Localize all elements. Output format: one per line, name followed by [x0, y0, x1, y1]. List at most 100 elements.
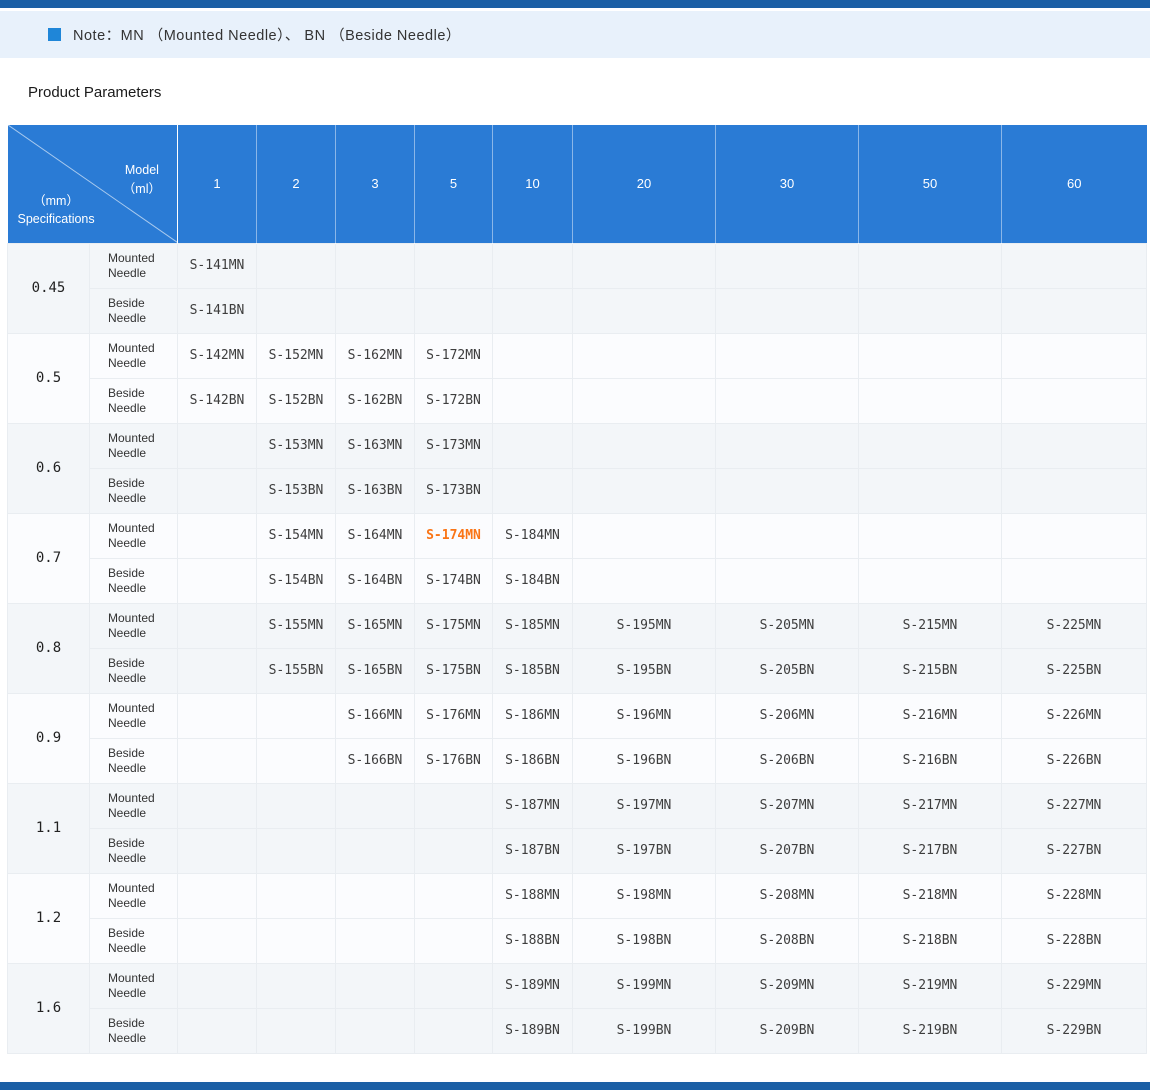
model-cell-S-195MN[interactable]: S-195MN — [573, 603, 716, 648]
model-cell-S-173MN[interactable]: S-173MN — [415, 423, 493, 468]
model-cell-S-195BN[interactable]: S-195BN — [573, 648, 716, 693]
model-cell-S-184MN[interactable]: S-184MN — [493, 513, 573, 558]
model-cell-S-163BN[interactable]: S-163BN — [336, 468, 415, 513]
empty-cell — [859, 378, 1002, 423]
model-cell-S-189MN[interactable]: S-189MN — [493, 963, 573, 1008]
empty-cell — [178, 423, 257, 468]
model-cell-S-197MN[interactable]: S-197MN — [573, 783, 716, 828]
model-cell-S-187BN[interactable]: S-187BN — [493, 828, 573, 873]
model-cell-S-215BN[interactable]: S-215BN — [859, 648, 1002, 693]
model-cell-S-206BN[interactable]: S-206BN — [716, 738, 859, 783]
model-cell-S-207MN[interactable]: S-207MN — [716, 783, 859, 828]
model-cell-S-174BN[interactable]: S-174BN — [415, 558, 493, 603]
model-cell-S-166MN[interactable]: S-166MN — [336, 693, 415, 738]
model-cell-S-187MN[interactable]: S-187MN — [493, 783, 573, 828]
model-cell-S-175MN[interactable]: S-175MN — [415, 603, 493, 648]
model-cell-S-226BN[interactable]: S-226BN — [1002, 738, 1147, 783]
model-cell-S-186BN[interactable]: S-186BN — [493, 738, 573, 783]
model-cell-S-196BN[interactable]: S-196BN — [573, 738, 716, 783]
model-cell-S-205BN[interactable]: S-205BN — [716, 648, 859, 693]
model-cell-S-215MN[interactable]: S-215MN — [859, 603, 1002, 648]
model-cell-S-141MN[interactable]: S-141MN — [178, 243, 257, 288]
model-cell-S-154BN[interactable]: S-154BN — [257, 558, 336, 603]
model-cell-S-196MN[interactable]: S-196MN — [573, 693, 716, 738]
model-cell-S-218MN[interactable]: S-218MN — [859, 873, 1002, 918]
model-cell-S-165BN[interactable]: S-165BN — [336, 648, 415, 693]
model-cell-S-173BN[interactable]: S-173BN — [415, 468, 493, 513]
model-cell-S-185MN[interactable]: S-185MN — [493, 603, 573, 648]
model-cell-S-142BN[interactable]: S-142BN — [178, 378, 257, 423]
model-cell-S-172MN[interactable]: S-172MN — [415, 333, 493, 378]
model-cell-S-176MN[interactable]: S-176MN — [415, 693, 493, 738]
model-cell-S-164BN[interactable]: S-164BN — [336, 558, 415, 603]
model-cell-S-209MN[interactable]: S-209MN — [716, 963, 859, 1008]
model-cell-S-152BN[interactable]: S-152BN — [257, 378, 336, 423]
model-cell-S-188MN[interactable]: S-188MN — [493, 873, 573, 918]
model-cell-S-219BN[interactable]: S-219BN — [859, 1008, 1002, 1053]
model-cell-S-154MN[interactable]: S-154MN — [257, 513, 336, 558]
empty-cell — [336, 1008, 415, 1053]
model-cell-S-166BN[interactable]: S-166BN — [336, 738, 415, 783]
model-cell-S-198BN[interactable]: S-198BN — [573, 918, 716, 963]
model-cell-S-188BN[interactable]: S-188BN — [493, 918, 573, 963]
model-cell-S-162MN[interactable]: S-162MN — [336, 333, 415, 378]
model-cell-S-228MN[interactable]: S-228MN — [1002, 873, 1147, 918]
model-cell-S-189BN[interactable]: S-189BN — [493, 1008, 573, 1053]
model-cell-S-229MN[interactable]: S-229MN — [1002, 963, 1147, 1008]
empty-cell — [493, 378, 573, 423]
model-cell-S-216BN[interactable]: S-216BN — [859, 738, 1002, 783]
empty-cell — [859, 333, 1002, 378]
model-cell-S-155BN[interactable]: S-155BN — [257, 648, 336, 693]
corner-mm-unit: （mm） — [18, 192, 95, 210]
empty-cell — [178, 1008, 257, 1053]
model-cell-S-153MN[interactable]: S-153MN — [257, 423, 336, 468]
model-cell-S-163MN[interactable]: S-163MN — [336, 423, 415, 468]
model-cell-S-209BN[interactable]: S-209BN — [716, 1008, 859, 1053]
model-cell-S-219MN[interactable]: S-219MN — [859, 963, 1002, 1008]
model-cell-S-197BN[interactable]: S-197BN — [573, 828, 716, 873]
model-cell-S-164MN[interactable]: S-164MN — [336, 513, 415, 558]
note-text: Note：MN （Mounted Needle）、 BN （Beside Nee… — [73, 24, 461, 45]
model-cell-S-199MN[interactable]: S-199MN — [573, 963, 716, 1008]
model-cell-S-185BN[interactable]: S-185BN — [493, 648, 573, 693]
model-cell-S-152MN[interactable]: S-152MN — [257, 333, 336, 378]
empty-cell — [573, 423, 716, 468]
empty-cell — [415, 828, 493, 873]
model-cell-S-155MN[interactable]: S-155MN — [257, 603, 336, 648]
model-cell-S-206MN[interactable]: S-206MN — [716, 693, 859, 738]
model-cell-S-217MN[interactable]: S-217MN — [859, 783, 1002, 828]
model-cell-S-198MN[interactable]: S-198MN — [573, 873, 716, 918]
empty-cell — [178, 693, 257, 738]
model-cell-S-165MN[interactable]: S-165MN — [336, 603, 415, 648]
model-cell-S-184BN[interactable]: S-184BN — [493, 558, 573, 603]
model-cell-S-172BN[interactable]: S-172BN — [415, 378, 493, 423]
model-cell-S-226MN[interactable]: S-226MN — [1002, 693, 1147, 738]
model-cell-S-142MN[interactable]: S-142MN — [178, 333, 257, 378]
model-cell-S-162BN[interactable]: S-162BN — [336, 378, 415, 423]
model-cell-S-228BN[interactable]: S-228BN — [1002, 918, 1147, 963]
model-cell-S-227BN[interactable]: S-227BN — [1002, 828, 1147, 873]
model-cell-S-176BN[interactable]: S-176BN — [415, 738, 493, 783]
model-cell-S-225MN[interactable]: S-225MN — [1002, 603, 1147, 648]
corner-model-word: Model — [123, 161, 161, 180]
empty-cell — [1002, 423, 1147, 468]
model-cell-S-153BN[interactable]: S-153BN — [257, 468, 336, 513]
model-cell-S-227MN[interactable]: S-227MN — [1002, 783, 1147, 828]
model-cell-S-205MN[interactable]: S-205MN — [716, 603, 859, 648]
model-cell-S-208BN[interactable]: S-208BN — [716, 918, 859, 963]
model-cell-S-216MN[interactable]: S-216MN — [859, 693, 1002, 738]
spec-value-0.5: 0.5 — [8, 333, 90, 423]
model-cell-S-225BN[interactable]: S-225BN — [1002, 648, 1147, 693]
model-cell-S-199BN[interactable]: S-199BN — [573, 1008, 716, 1053]
model-cell-S-175BN[interactable]: S-175BN — [415, 648, 493, 693]
empty-cell — [178, 513, 257, 558]
model-cell-S-186MN[interactable]: S-186MN — [493, 693, 573, 738]
model-cell-S-218BN[interactable]: S-218BN — [859, 918, 1002, 963]
model-cell-S-217BN[interactable]: S-217BN — [859, 828, 1002, 873]
empty-cell — [336, 783, 415, 828]
model-cell-S-141BN[interactable]: S-141BN — [178, 288, 257, 333]
model-cell-S-207BN[interactable]: S-207BN — [716, 828, 859, 873]
model-cell-S-174MN[interactable]: S-174MN — [415, 513, 493, 558]
model-cell-S-229BN[interactable]: S-229BN — [1002, 1008, 1147, 1053]
model-cell-S-208MN[interactable]: S-208MN — [716, 873, 859, 918]
